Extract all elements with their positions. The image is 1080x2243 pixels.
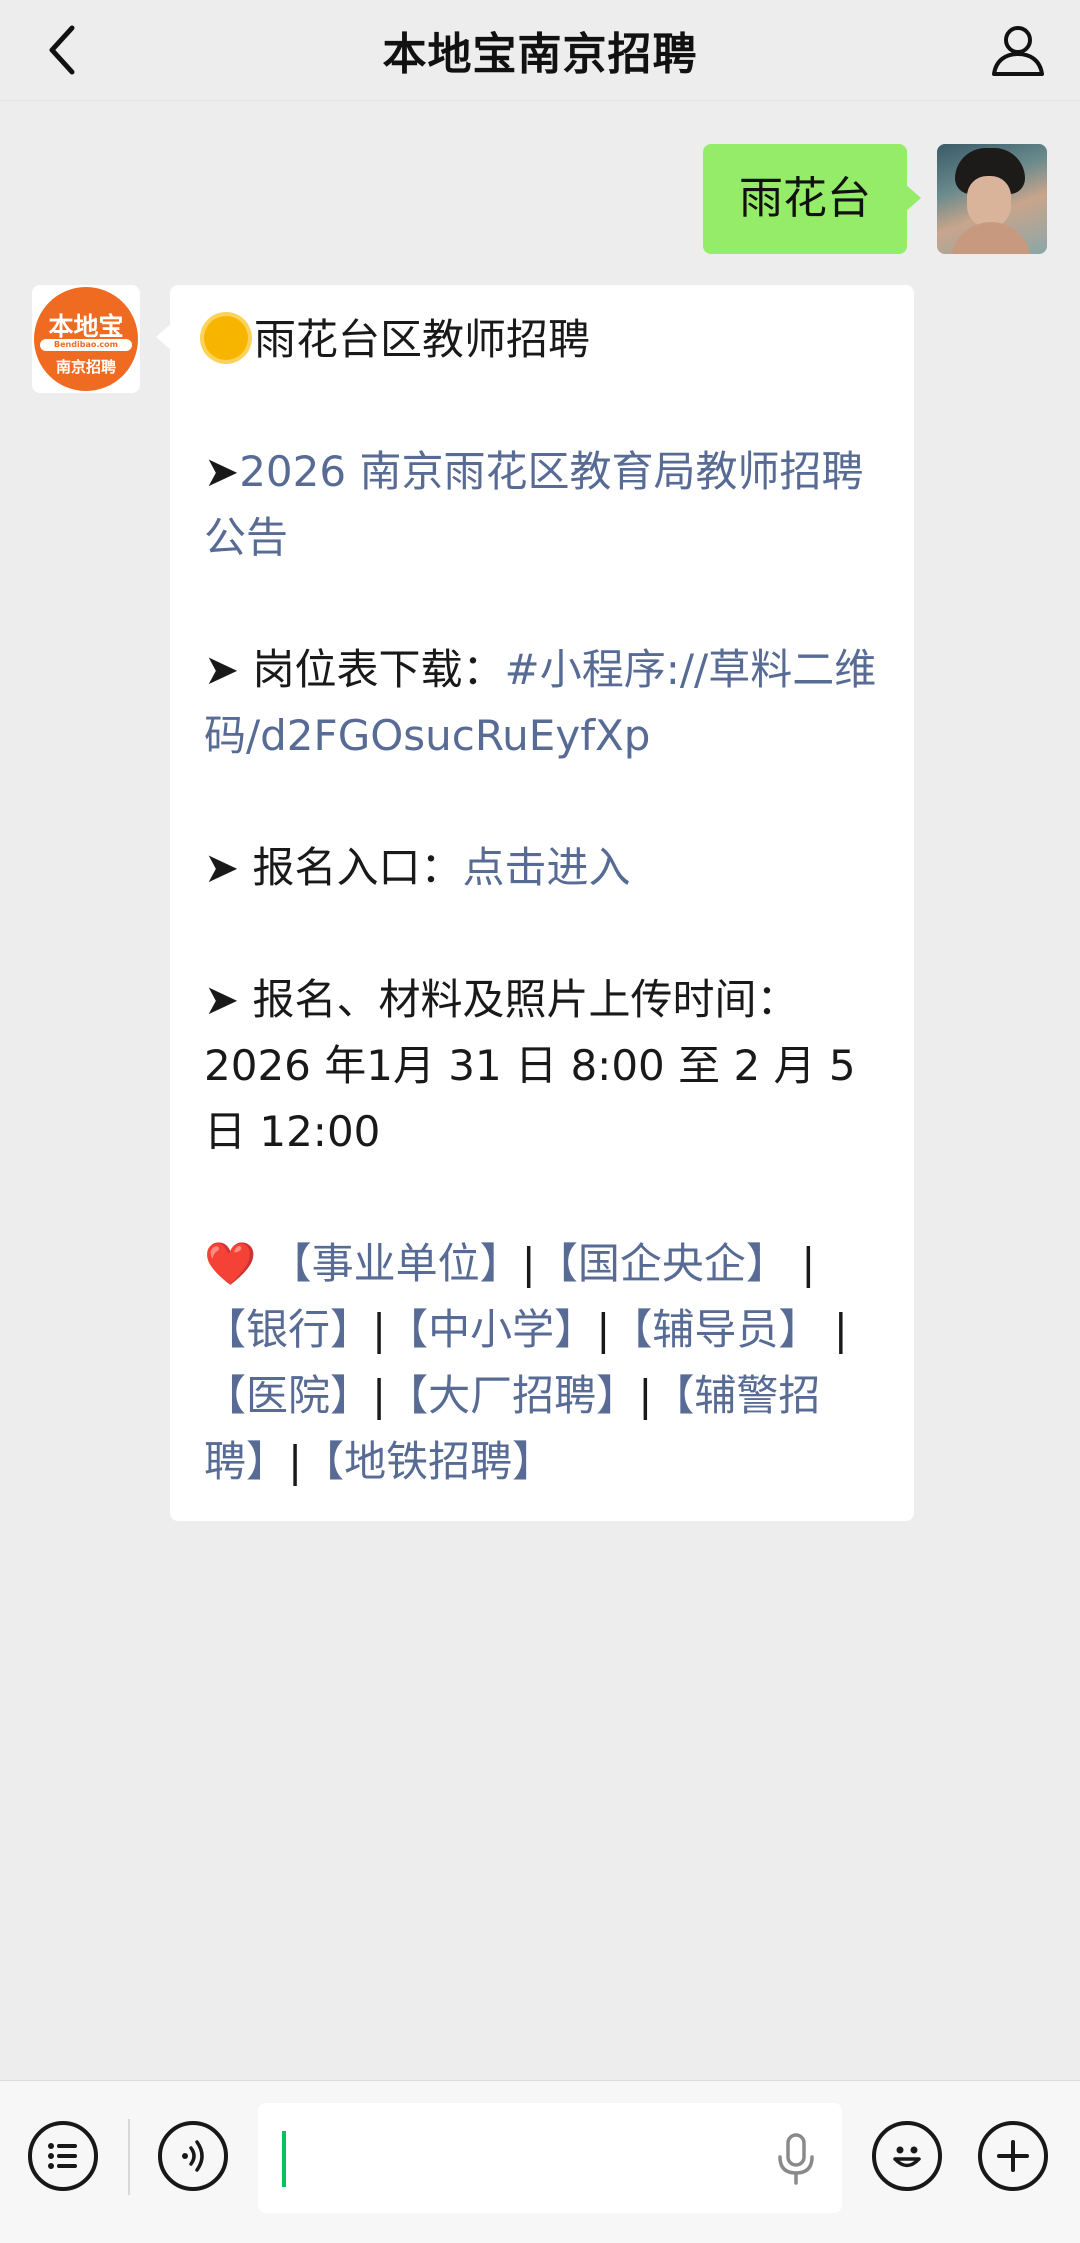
- account-message-row: 本地宝 Bendibao.com 南京招聘 雨花台区教师招聘 ➤2026 南京雨…: [32, 285, 914, 1521]
- my-avatar[interactable]: [937, 144, 1047, 254]
- divider: [128, 2119, 130, 2195]
- tag-link[interactable]: 【事业单位】: [270, 1239, 522, 1288]
- tag-link[interactable]: 【国企央企】: [536, 1239, 788, 1288]
- tag-link[interactable]: 【医院】: [204, 1371, 372, 1420]
- tag-link[interactable]: 【地铁招聘】: [302, 1437, 554, 1486]
- chevron-left-icon: [49, 25, 75, 75]
- text-caret: [282, 2131, 286, 2187]
- tag-link[interactable]: 【银行】: [204, 1305, 372, 1354]
- registration-line: ➤ 报名入口：点击进入: [204, 843, 631, 892]
- more-button[interactable]: [978, 2121, 1048, 2191]
- message-list[interactable]: 雨花台 本地宝 Bendibao.com 南京招聘 雨花台区教师招聘 ➤2026…: [0, 100, 1080, 2080]
- voice-icon: [182, 2140, 204, 2172]
- plus-icon: [997, 2140, 1029, 2172]
- account-message-bubble[interactable]: 雨花台区教师招聘 ➤2026 南京雨花区教育局教师招聘公告 ➤ 岗位表下载：#小…: [156, 285, 914, 1521]
- emoji-button[interactable]: [872, 2121, 942, 2191]
- microphone-icon[interactable]: [774, 2133, 818, 2185]
- avatar-logo-url: Bendibao.com: [40, 339, 132, 351]
- announcement-link[interactable]: 2026 南京雨花区教育局教师招聘公告: [204, 447, 863, 562]
- sun-icon: [204, 316, 248, 360]
- user-icon: [992, 26, 1044, 76]
- list-icon: [48, 2143, 77, 2169]
- chat-header: 本地宝南京招聘: [0, 0, 1080, 101]
- message-input[interactable]: [258, 2103, 842, 2213]
- account-avatar[interactable]: 本地宝 Bendibao.com 南京招聘: [32, 285, 140, 393]
- voice-button[interactable]: [158, 2121, 228, 2191]
- menu-button[interactable]: [28, 2121, 98, 2191]
- schedule-text: ➤ 报名、材料及照片上传时间：2026 年1月 31 日 8:00 至 2 月 …: [204, 975, 856, 1156]
- tag-link[interactable]: 【中小学】: [386, 1305, 596, 1354]
- tag-link[interactable]: 【辅导员】: [610, 1305, 820, 1354]
- announcement-line: ➤2026 南京雨花区教育局教师招聘公告: [204, 447, 864, 562]
- download-line: ➤ 岗位表下载：#小程序://草料二维码/d2FGOsucRuEyfXp: [204, 645, 877, 760]
- avatar-logo-subtitle: 南京招聘: [55, 358, 116, 376]
- registration-link[interactable]: 点击进入: [463, 843, 631, 892]
- chat-title: 本地宝南京招聘: [382, 29, 698, 80]
- tags-line: ❤️ 【事业单位】|【国企央企】 |【银行】|【中小学】|【辅导员】 |【医院】…: [204, 1239, 848, 1486]
- my-message-bubble[interactable]: 雨花台: [703, 144, 921, 254]
- avatar-logo-text: 本地宝: [48, 312, 124, 341]
- my-message-row: 雨花台: [703, 144, 1047, 254]
- tag-link[interactable]: 【大厂招聘】: [386, 1371, 638, 1420]
- chat-info-button[interactable]: [986, 18, 1050, 82]
- heart-icon: ❤️: [204, 1239, 257, 1288]
- message-heading: 雨花台区教师招聘: [204, 307, 882, 373]
- input-bar: [0, 2080, 1080, 2243]
- back-button[interactable]: [34, 18, 98, 82]
- smiley-icon: [893, 2146, 921, 2168]
